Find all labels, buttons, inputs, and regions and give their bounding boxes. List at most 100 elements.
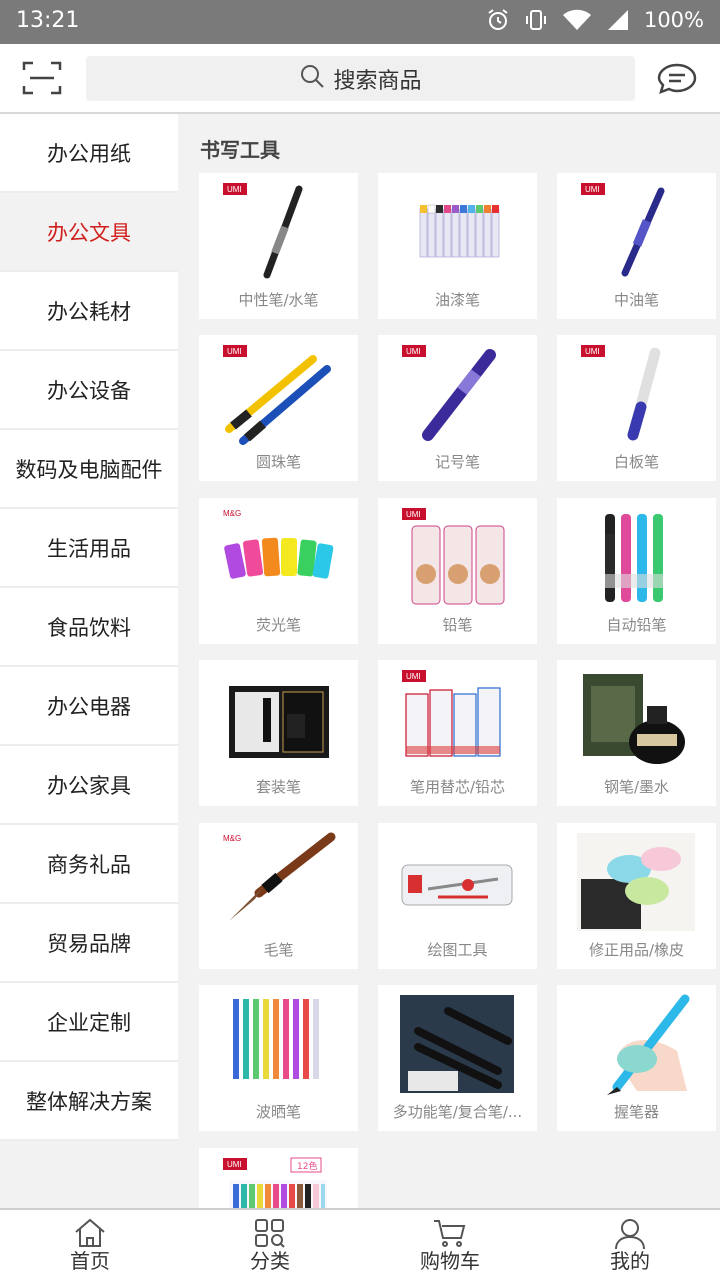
product-card[interactable]: 波晒笔 [199, 985, 358, 1131]
category-sidebar: 办公用纸 办公文具 办公耗材 办公设备 数码及电脑配件 生活用品 食品饮料 办公… [0, 114, 178, 1141]
section-title: 书写工具 [200, 138, 280, 162]
search-input[interactable]: 搜索商品 [86, 56, 635, 101]
whiteboard-pen-icon: UMI [581, 345, 661, 441]
product-card[interactable]: UMI 白板笔 [557, 335, 716, 481]
product-card[interactable]: UMI 中性笔/水笔 [199, 173, 358, 319]
tab-cart-label: 购物车 [420, 1249, 480, 1273]
sidebar-item-solutions[interactable]: 整体解决方案 [0, 1062, 178, 1141]
product-label: 自动铅笔 [606, 616, 667, 634]
mechanical-pencils-icon [605, 514, 663, 602]
sidebar-item-consumables[interactable]: 办公耗材 [0, 272, 178, 351]
highlighters-icon: M&G [223, 508, 334, 579]
tab-home-label: 首页 [70, 1249, 110, 1273]
vibrate-icon [524, 8, 548, 32]
product-label: 握笔器 [613, 1103, 659, 1121]
product-card[interactable]: UMI 笔用替芯/铅芯 [378, 660, 537, 806]
svg-text:M&G: M&G [223, 834, 241, 843]
svg-text:12色: 12色 [297, 1160, 317, 1172]
search-icon [299, 63, 325, 95]
sidebar-item-gifts[interactable]: 商务礼品 [0, 825, 178, 904]
product-label: 修正用品/橡皮 [588, 941, 685, 959]
tab-home[interactable]: 首页 [0, 1210, 180, 1280]
sidebar-item-daily[interactable]: 生活用品 [0, 509, 178, 588]
drawing-tools-icon [401, 864, 513, 906]
product-content: 书写工具 UMI 中性笔/水笔 油漆笔 UMI 中油笔 UMI 圆珠笔 UMI … [178, 114, 720, 1208]
search-placeholder: 搜索商品 [333, 68, 422, 94]
status-time: 13:21 [16, 8, 80, 33]
multi-pens-icon [400, 995, 514, 1093]
tab-category-label: 分类 [250, 1249, 290, 1273]
product-card[interactable]: UMI 圆珠笔 [199, 335, 358, 481]
product-card[interactable]: 油漆笔 [378, 173, 537, 319]
two-pens-icon: UMI [223, 345, 331, 445]
product-label: 笔用替芯/铅芯 [409, 778, 506, 796]
product-card[interactable]: UMI 12色 [199, 1148, 358, 1208]
product-card[interactable]: UMI 铅笔 [378, 498, 537, 644]
sidebar-item-digital[interactable]: 数码及电脑配件 [0, 430, 178, 509]
product-label: 绘图工具 [427, 941, 488, 959]
product-label: 多功能笔/复合笔/... [392, 1103, 523, 1121]
message-icon[interactable] [656, 62, 698, 96]
product-card[interactable]: 套装笔 [199, 660, 358, 806]
tab-cart[interactable]: 购物车 [360, 1210, 540, 1280]
brush-icon: M&G [223, 832, 336, 921]
tab-category[interactable]: 分类 [180, 1210, 360, 1280]
sidebar-item-paper[interactable]: 办公用纸 [0, 114, 178, 193]
product-label: 中油笔 [613, 291, 659, 309]
gel-pen-icon: UMI [223, 183, 303, 279]
product-label: 圆珠笔 [255, 453, 301, 471]
pen-grip-icon [607, 994, 690, 1095]
svg-text:UMI: UMI [227, 1160, 242, 1169]
product-card[interactable]: M&G 毛笔 [199, 823, 358, 969]
product-card[interactable]: 修正用品/橡皮 [557, 823, 716, 969]
color-pens-12-icon: UMI 12色 [223, 1157, 327, 1208]
product-label: 白板笔 [613, 453, 659, 471]
product-card[interactable]: 绘图工具 [378, 823, 537, 969]
paint-markers-icon [419, 204, 500, 258]
sidebar-item-custom[interactable]: 企业定制 [0, 983, 178, 1062]
top-bar: 搜索商品 [0, 44, 720, 114]
svg-text:M&G: M&G [223, 509, 241, 518]
product-card[interactable]: 握笔器 [557, 985, 716, 1131]
svg-text:UMI: UMI [585, 347, 600, 356]
svg-text:UMI: UMI [406, 672, 421, 681]
product-card[interactable]: 自动铅笔 [557, 498, 716, 644]
svg-text:UMI: UMI [406, 510, 421, 519]
svg-text:UMI: UMI [227, 347, 242, 356]
bottom-tab-bar: 首页 分类 购物车 我的 [0, 1208, 720, 1280]
pen-set-icon [229, 686, 329, 758]
product-card[interactable]: UMI 记号笔 [378, 335, 537, 481]
correction-tape-icon [577, 833, 695, 931]
refill-boxes-icon: UMI [402, 670, 501, 757]
product-label: 毛笔 [263, 941, 294, 959]
svg-text:UMI: UMI [227, 185, 242, 194]
tab-mine[interactable]: 我的 [540, 1210, 720, 1280]
wifi-icon [562, 9, 592, 31]
sidebar-item-food[interactable]: 食品饮料 [0, 588, 178, 667]
cart-icon [434, 1220, 466, 1247]
product-label: 中性笔/水笔 [238, 291, 319, 309]
sidebar-item-appliances[interactable]: 办公电器 [0, 667, 178, 746]
sidebar-item-stationery[interactable]: 办公文具 [0, 193, 178, 272]
colored-gel-pens-icon [233, 999, 319, 1079]
pencil-boxes-icon: UMI [402, 508, 505, 605]
sidebar-item-furniture[interactable]: 办公家具 [0, 746, 178, 825]
signal-icon [606, 9, 630, 31]
product-card[interactable]: 钢笔/墨水 [557, 660, 716, 806]
scan-icon[interactable] [22, 60, 62, 96]
sidebar-item-brands[interactable]: 贸易品牌 [0, 904, 178, 983]
product-card[interactable]: 多功能笔/复合笔/... [378, 985, 537, 1131]
product-label: 波晒笔 [255, 1103, 301, 1121]
marker-icon: UMI [402, 345, 496, 441]
product-label: 钢笔/墨水 [603, 778, 670, 796]
product-card[interactable]: M&G 荧光笔 [199, 498, 358, 644]
product-card[interactable]: UMI 中油笔 [557, 173, 716, 319]
tab-mine-label: 我的 [610, 1249, 650, 1273]
battery-text: 100% [643, 8, 704, 32]
sidebar-item-equipment[interactable]: 办公设备 [0, 351, 178, 430]
home-icon [75, 1218, 105, 1247]
ink-bottle-icon [583, 674, 685, 764]
product-label: 油漆笔 [434, 291, 480, 309]
product-label: 铅笔 [442, 616, 473, 634]
svg-text:UMI: UMI [406, 347, 421, 356]
